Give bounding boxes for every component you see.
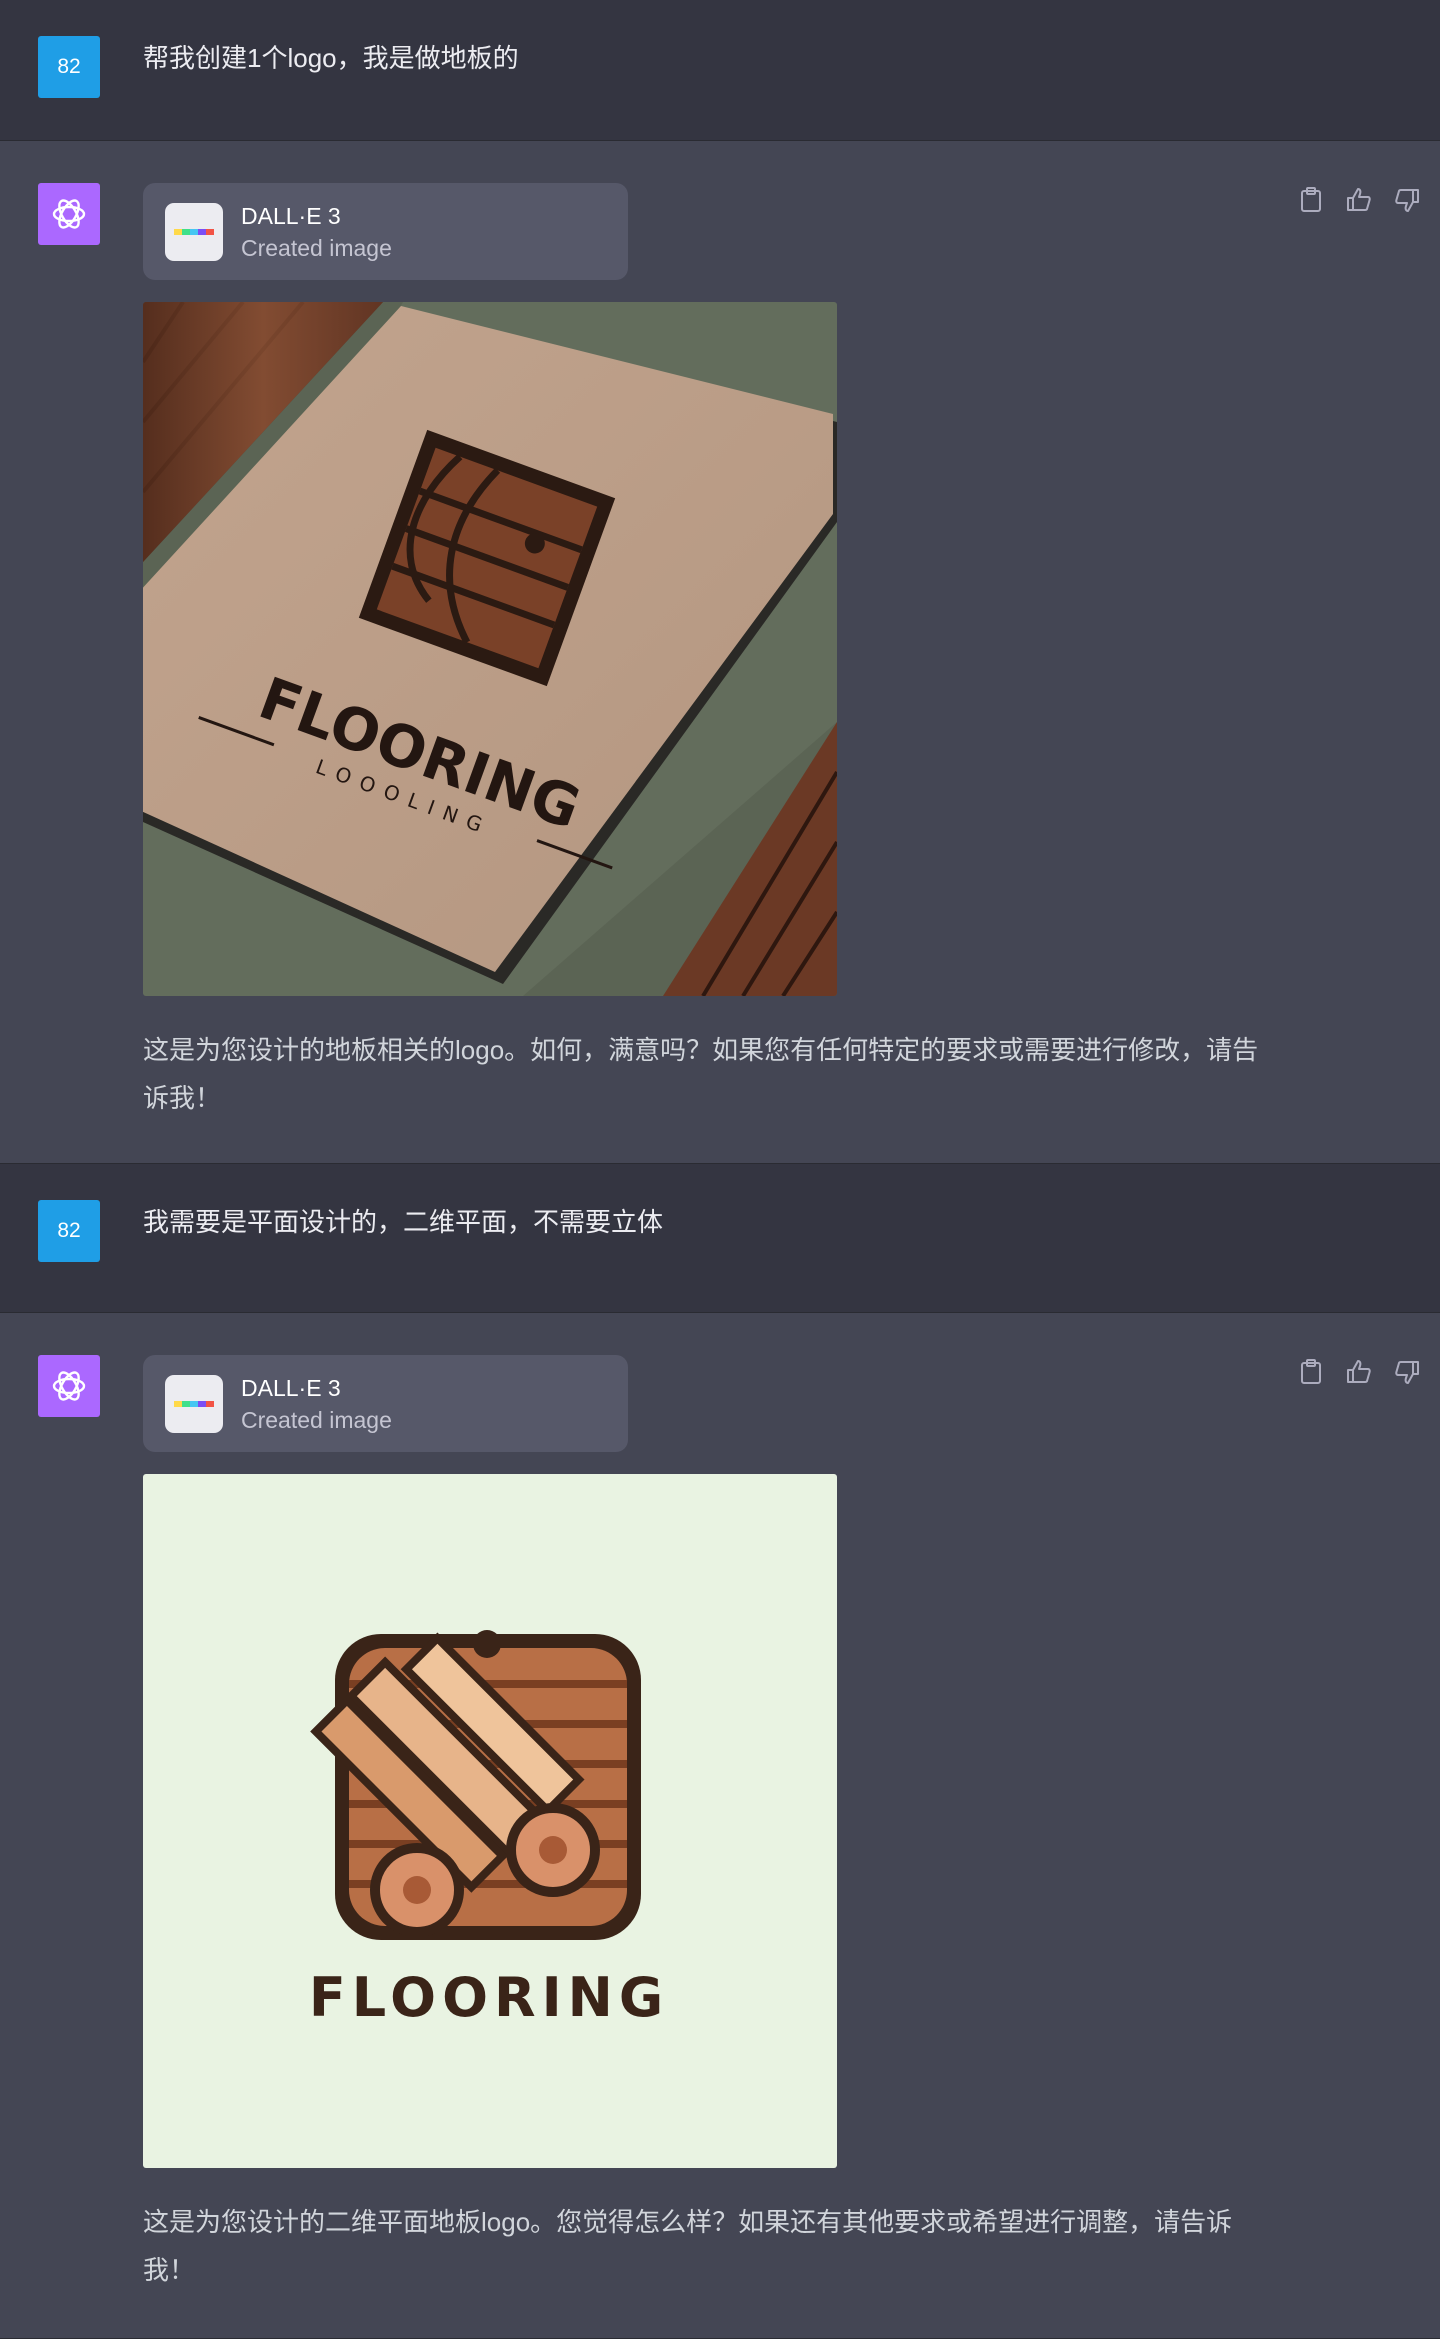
user-message-1: 82 帮我创建1个logo，我是做地板的 [0,0,1440,141]
message-actions [1296,185,1422,215]
assistant-message-1: DALL·E 3 Created image FLOORING LOOOLING… [0,141,1440,1164]
tool-name: DALL·E 3 [241,203,341,229]
tool-status: Created image [241,1407,392,1433]
dalle-color-bar-icon [165,203,223,261]
assistant-reply-text: 这是为您设计的地板相关的logo。如何，满意吗？如果您有任何特定的要求或需要进行… [143,1035,1259,1113]
tool-name: DALL·E 3 [241,1375,341,1401]
thumbs-up-icon[interactable] [1344,1357,1374,1387]
openai-logo-icon [38,1355,100,1417]
thumbs-down-icon[interactable] [1392,185,1422,215]
assistant-reply-text: 这是为您设计的二维平面地板logo。您觉得怎么样？如果还有其他要求或希望进行调整… [143,2207,1233,2285]
thumbs-up-icon[interactable] [1344,185,1374,215]
user-message-2: 82 我需要是平面设计的，二维平面，不需要立体 [0,1164,1440,1313]
generated-image-flat-logo[interactable]: FLOORING [143,1474,837,2168]
dalle-color-bar-icon [165,1375,223,1433]
tool-status: Created image [241,235,392,261]
dalle-tool-card[interactable]: DALL·E 3 Created image [143,183,628,280]
clipboard-icon[interactable] [1296,185,1326,215]
dalle-tool-card[interactable]: DALL·E 3 Created image [143,1355,628,1452]
user-avatar: 82 [38,36,100,98]
image-wordmark: FLOORING [309,1966,669,2029]
assistant-message-2: DALL·E 3 Created image FLOORING 这是为您设计的二… [0,1313,1440,2339]
openai-logo-icon [38,183,100,245]
message-actions [1296,1357,1422,1387]
clipboard-icon[interactable] [1296,1357,1326,1387]
generated-image-3d-logo[interactable]: FLOORING LOOOLING [143,302,837,996]
user-avatar: 82 [38,1200,100,1262]
user-message-text: 我需要是平面设计的，二维平面，不需要立体 [143,1207,664,1237]
thumbs-down-icon[interactable] [1392,1357,1422,1387]
user-message-text: 帮我创建1个logo，我是做地板的 [143,43,519,73]
